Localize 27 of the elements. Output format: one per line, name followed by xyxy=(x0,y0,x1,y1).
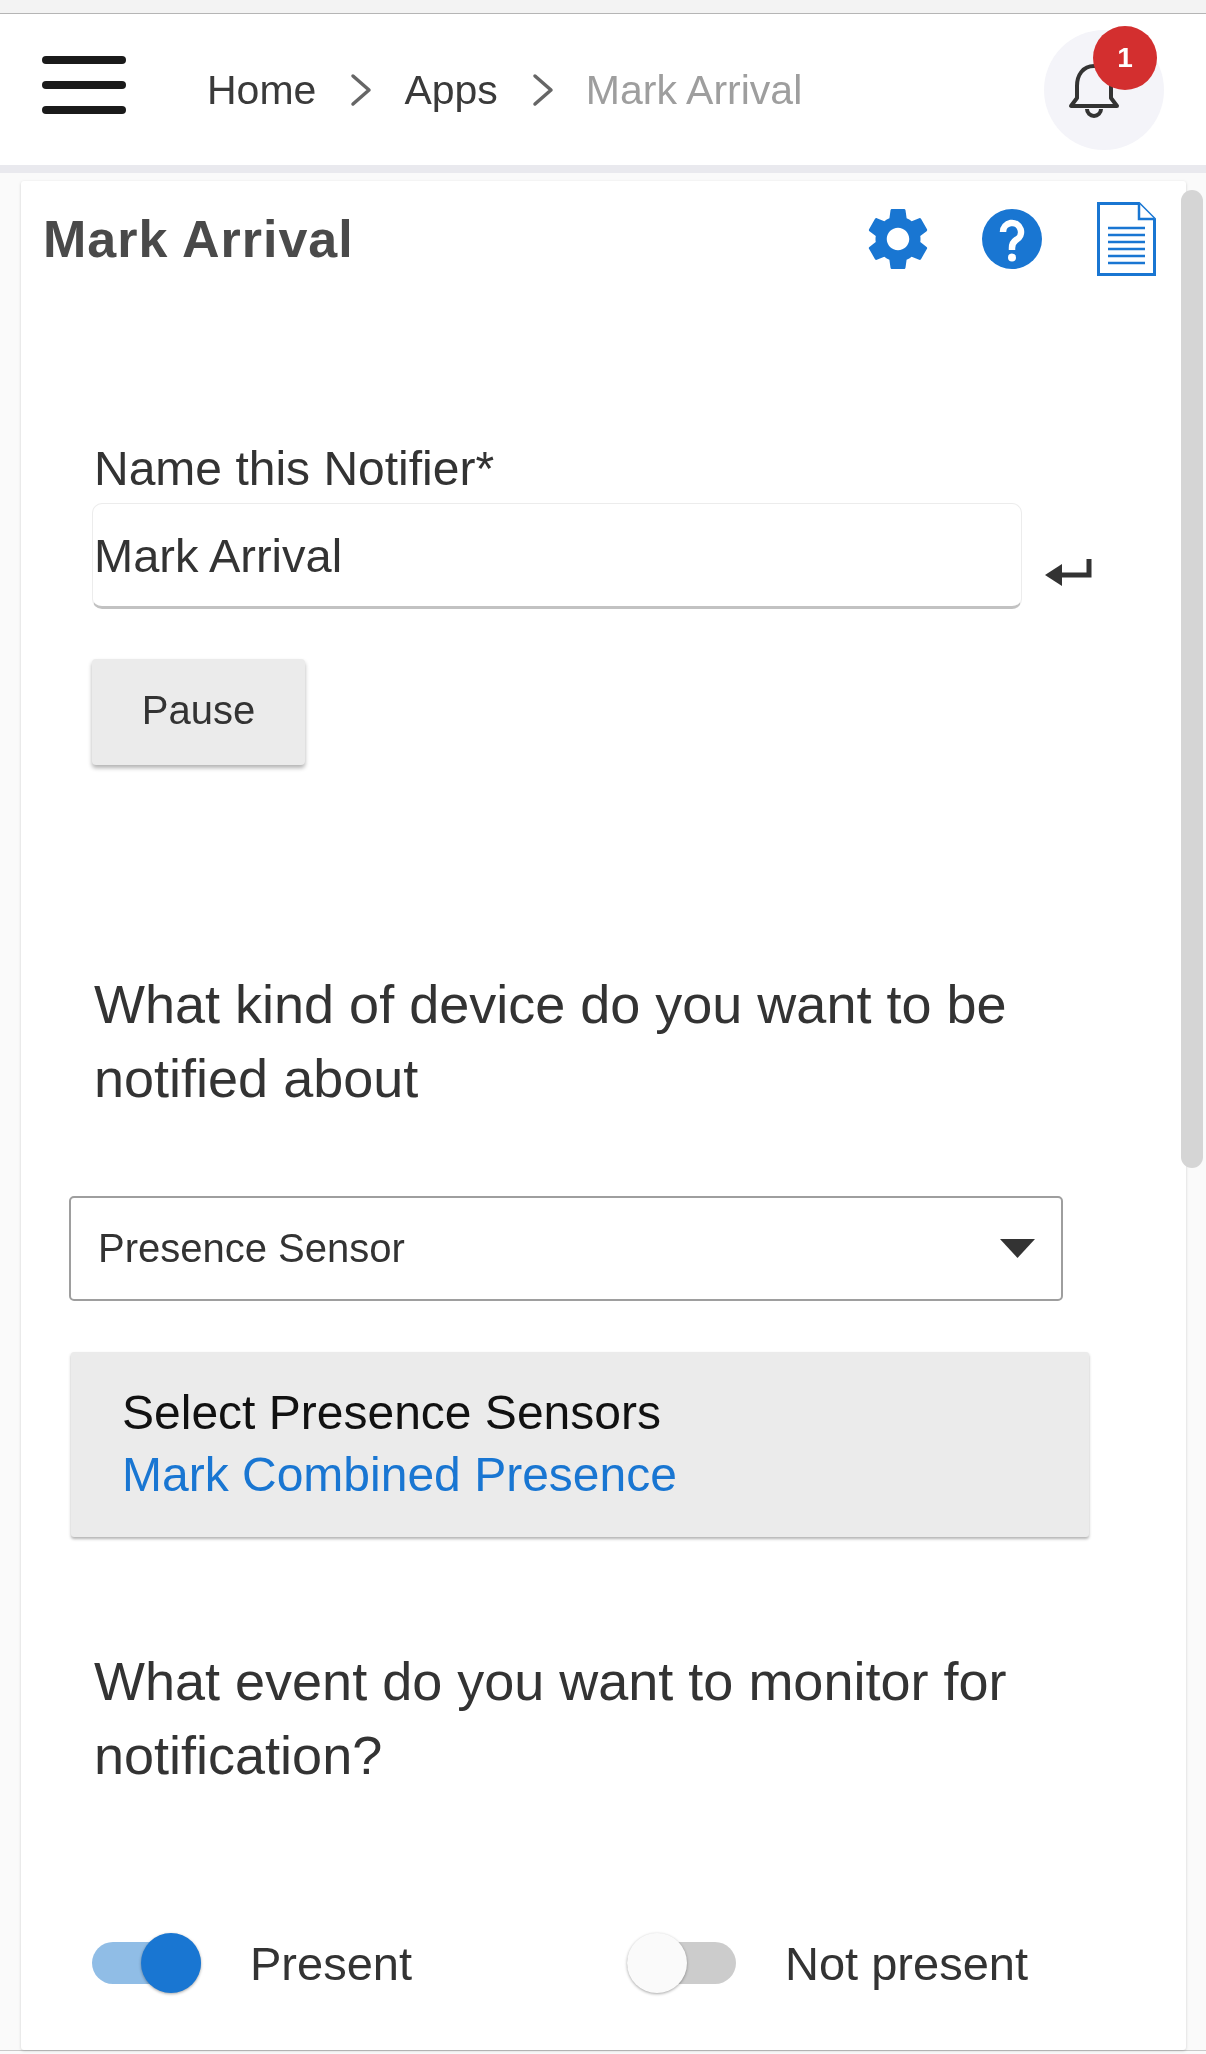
toggle-switch[interactable] xyxy=(92,1933,201,1993)
toggle-label: Not present xyxy=(785,1935,1028,1991)
picker-label: Select Presence Sensors xyxy=(122,1385,661,1441)
sensor-picker[interactable]: Select Presence Sensors Mark Combined Presence xyxy=(71,1352,1089,1537)
toggle-label: Present xyxy=(250,1935,412,1991)
question-text: What event do you want to monitor for notification? xyxy=(93,1650,1008,1787)
question-text: What kind of device do you want to be notified about xyxy=(93,973,1008,1110)
toggle-switch[interactable] xyxy=(627,1933,736,1993)
text-input[interactable]: Mark Arrival xyxy=(92,503,1022,609)
scrollbar-thumb[interactable] xyxy=(1181,190,1203,1168)
caret-icon xyxy=(1000,1239,1035,1258)
chevron-icon xyxy=(350,72,373,107)
breadcrumb-link[interactable]: Apps xyxy=(404,65,498,114)
chevron-icon xyxy=(531,72,554,107)
dropdown-select[interactable]: Presence Sensor xyxy=(69,1196,1063,1301)
breadcrumb-link[interactable]: Home xyxy=(207,65,317,114)
notification-badge: 1 xyxy=(1093,25,1157,90)
picker-value: Mark Combined Presence xyxy=(122,1447,677,1503)
pause-button[interactable]: Pause xyxy=(92,659,305,765)
notification-button[interactable]: 1 xyxy=(1044,29,1164,150)
menu-icon[interactable] xyxy=(42,56,126,114)
app-title: Mark Arrival xyxy=(43,209,354,269)
field-label: Name this Notifier* xyxy=(93,441,495,497)
current-page-label: Mark Arrival xyxy=(585,65,803,114)
settings-icon[interactable] xyxy=(868,209,928,269)
document-icon[interactable] xyxy=(1097,202,1156,276)
help-icon[interactable] xyxy=(982,209,1042,269)
